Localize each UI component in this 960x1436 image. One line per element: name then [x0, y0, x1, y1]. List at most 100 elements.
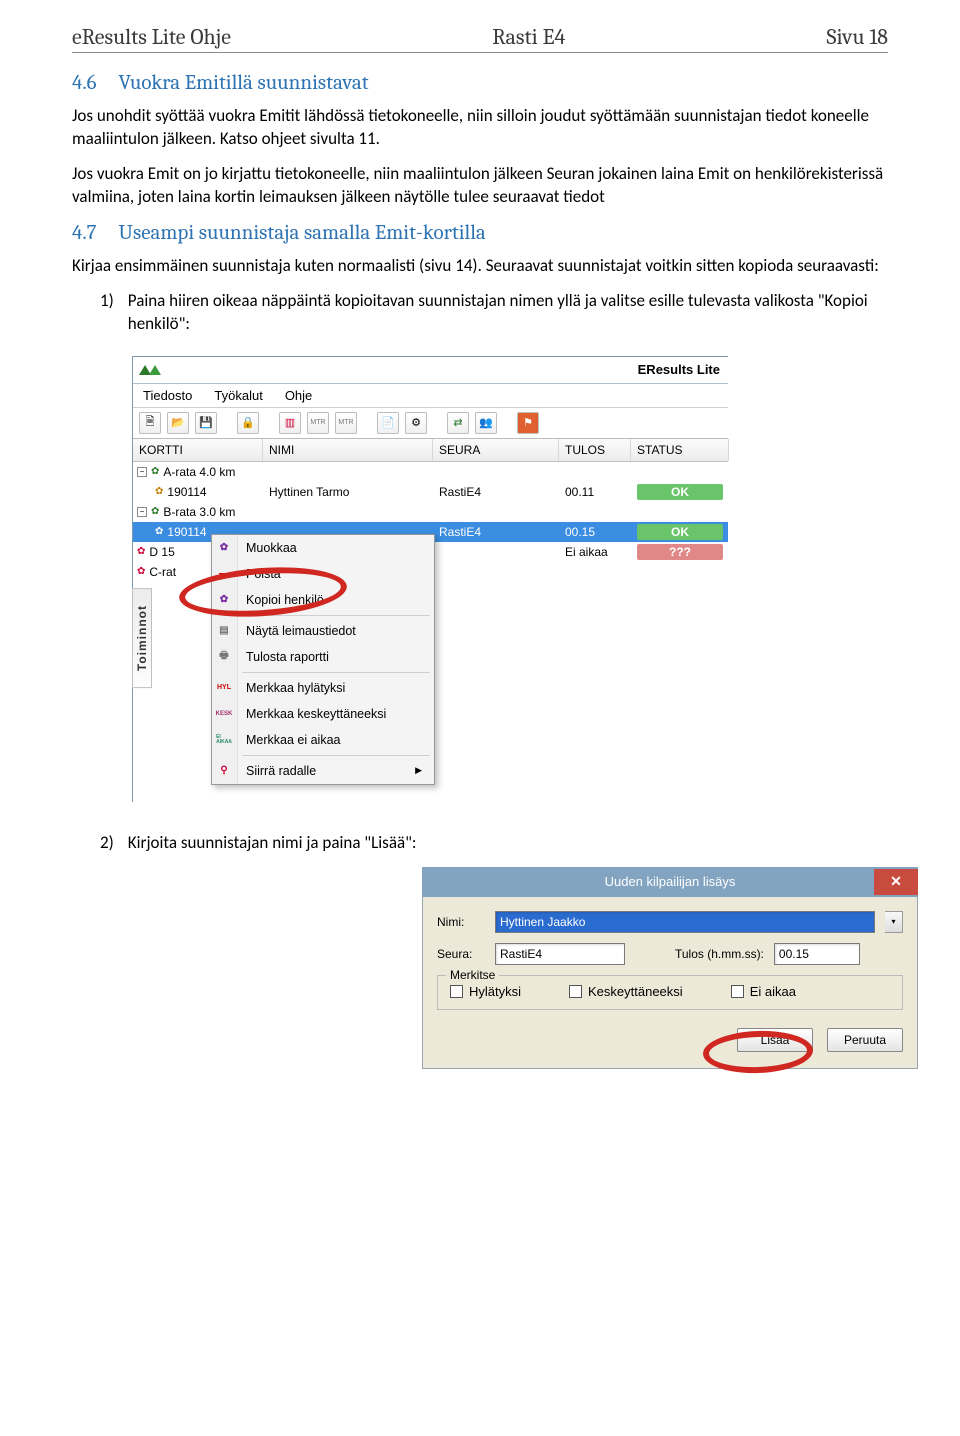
header-right: Sivu 18 — [827, 24, 888, 50]
cell-card: D 15 — [149, 545, 174, 559]
grid-header: KORTTI NIMI SEURA TULOS STATUS — [133, 439, 728, 462]
course-icon: ✿ — [137, 566, 145, 577]
label-seura: Seura: — [437, 947, 485, 961]
close-icon: ✕ — [890, 873, 902, 890]
col-tulos[interactable]: TULOS — [559, 439, 631, 461]
dialog-title: Uuden kilpailijan lisäys — [466, 874, 874, 889]
edit-icon: ✿ — [216, 540, 232, 556]
mtr2-icon[interactable]: MTR — [335, 412, 357, 434]
heading-title: Useampi suunnistaja samalla Emit-kortill… — [119, 221, 486, 245]
submenu-arrow-icon: ▶ — [415, 765, 422, 776]
group-legend: Merkitse — [446, 968, 499, 982]
toolbar: 🗎 📂 💾 🔒 ▥ MTR MTR 📄 ⚙ ⇄ 👥 ⚑ — [133, 408, 728, 439]
para-4-6-1: Jos unohdit syöttää vuokra Emitit lähdös… — [72, 105, 888, 151]
table-row[interactable]: ✿ 190114 Hyttinen Tarmo RastiE4 00.11 OK — [133, 482, 728, 502]
collapse-icon[interactable]: − — [137, 507, 147, 517]
table-row[interactable]: − ✿ B-rata 3.0 km — [133, 502, 728, 522]
config-icon[interactable]: ⚙ — [405, 412, 427, 434]
checkbox-kesk[interactable]: Keskeyttäneeksi — [569, 984, 683, 999]
flag-icon[interactable]: ⚑ — [517, 412, 539, 434]
heading-4-6: 4.6 Vuokra Emitillä suunnistavat — [72, 71, 888, 95]
cell-time: 00.15 — [559, 523, 631, 541]
side-panel-tab[interactable]: Toiminnot — [132, 588, 152, 688]
export-icon[interactable]: ⇄ — [447, 412, 469, 434]
dialog-titlebar: Uuden kilpailijan lisäys ✕ — [422, 867, 918, 897]
checkbox-icon — [731, 985, 744, 998]
move-icon: ⚲ — [216, 763, 232, 779]
cell-course: B-rata 3.0 km — [163, 505, 235, 519]
runner-icon: ✿ — [137, 546, 145, 557]
heading-num: 4.7 — [72, 221, 97, 245]
ctx-mark-notime[interactable]: EI AIKAA Merkkaa ei aikaa — [212, 727, 434, 753]
ctx-edit[interactable]: ✿ Muokkaa — [212, 535, 434, 561]
screenshot-add-dialog: Uuden kilpailijan lisäys ✕ Nimi: Hyttine… — [422, 867, 918, 1069]
hyl-icon: HYL — [216, 680, 232, 696]
screenshot-context-menu: EResults Lite Tiedosto Työkalut Ohje 🗎 📂… — [132, 356, 728, 802]
para-4-6-2: Jos vuokra Emit on jo kirjattu tietokone… — [72, 163, 888, 209]
menubar: Tiedosto Työkalut Ohje — [133, 384, 728, 408]
report-icon[interactable]: 📄 — [377, 412, 399, 434]
separator — [242, 755, 430, 756]
label-tulos: Tulos (h.mm.ss): — [675, 947, 764, 961]
course-icon: ✿ — [151, 466, 159, 477]
cell-course: A-rata 4.0 km — [163, 465, 235, 479]
lock-icon[interactable]: 🔒 — [237, 412, 259, 434]
cell-club: RastiE4 — [433, 523, 559, 541]
checkbox-icon — [569, 985, 582, 998]
close-button[interactable]: ✕ — [874, 869, 918, 895]
ctx-move-course[interactable]: ⚲ Siirrä radalle ▶ — [212, 758, 434, 784]
ctx-show-punches[interactable]: ▤ Näytä leimaustiedot — [212, 618, 434, 644]
new-file-icon[interactable]: 🗎 — [139, 412, 161, 434]
ctx-print-report[interactable]: 🖶 Tulosta raportti — [212, 644, 434, 670]
checkbox-hyl[interactable]: Hylätyksi — [450, 984, 521, 999]
heading-num: 4.6 — [72, 71, 97, 95]
emit-icon[interactable]: ▥ — [279, 412, 301, 434]
table-row[interactable]: − ✿ A-rata 4.0 km — [133, 462, 728, 482]
heading-title: Vuokra Emitillä suunnistavat — [119, 71, 369, 95]
col-seura[interactable]: SEURA — [433, 439, 559, 461]
checkbox-eiaikaa[interactable]: Ei aikaa — [731, 984, 796, 999]
collapse-icon[interactable]: − — [137, 467, 147, 477]
open-icon[interactable]: 📂 — [167, 412, 189, 434]
col-nimi[interactable]: NIMI — [263, 439, 433, 461]
checkbox-icon — [450, 985, 463, 998]
runner-icon: ✿ — [155, 486, 163, 497]
runner-icon: ✿ — [155, 526, 163, 537]
doc-header: eResults Lite Ohje Rasti E4 Sivu 18 — [72, 24, 888, 53]
dropdown-arrow-icon[interactable]: ▾ — [885, 911, 903, 933]
grid-body: − ✿ A-rata 4.0 km ✿ 190114 Hyttinen Tarm… — [133, 462, 728, 802]
cell-card: 190114 — [167, 485, 206, 499]
cell-course: C-rat — [149, 565, 176, 579]
status-badge: ??? — [637, 544, 723, 560]
list-num: 2) — [100, 832, 114, 855]
app-titlebar: EResults Lite — [133, 356, 728, 384]
list-item-1: 1) Paina hiiren oikeaa näppäintä kopioit… — [72, 290, 888, 336]
menu-file[interactable]: Tiedosto — [143, 388, 192, 403]
peruuta-button[interactable]: Peruuta — [827, 1028, 903, 1052]
app-title: EResults Lite — [638, 362, 728, 377]
header-center: Rasti E4 — [492, 24, 565, 50]
status-badge: OK — [637, 524, 723, 540]
list-item-2: 2) Kirjoita suunnistajan nimi ja paina "… — [72, 832, 888, 855]
seura-field[interactable]: RastiE4 — [495, 943, 625, 965]
status-badge: OK — [637, 484, 723, 500]
nimi-field[interactable]: Hyttinen Jaakko — [495, 911, 875, 933]
col-status[interactable]: STATUS — [631, 439, 729, 461]
col-kortti[interactable]: KORTTI — [133, 439, 263, 461]
ctx-mark-dsq[interactable]: HYL Merkkaa hylätyksi — [212, 675, 434, 701]
save-icon[interactable]: 💾 — [195, 412, 217, 434]
cell-name: Hyttinen Tarmo — [263, 483, 433, 501]
separator — [242, 672, 430, 673]
menu-help[interactable]: Ohje — [285, 388, 312, 403]
merkitse-group: Merkitse Hylätyksi Keskeyttäneeksi Ei ai… — [437, 975, 903, 1010]
cell-card: 190114 — [167, 525, 206, 539]
eiaikaa-icon: EI AIKAA — [216, 732, 232, 748]
header-left: eResults Lite Ohje — [72, 24, 231, 50]
cell-time: 00.11 — [559, 483, 631, 501]
people-icon[interactable]: 👥 — [475, 412, 497, 434]
mtr-icon[interactable]: MTR — [307, 412, 329, 434]
tulos-field[interactable]: 00.15 — [774, 943, 860, 965]
ctx-mark-dnf[interactable]: KESK Merkkaa keskeyttäneeksi — [212, 701, 434, 727]
label-nimi: Nimi: — [437, 915, 485, 929]
menu-tools[interactable]: Työkalut — [214, 388, 262, 403]
